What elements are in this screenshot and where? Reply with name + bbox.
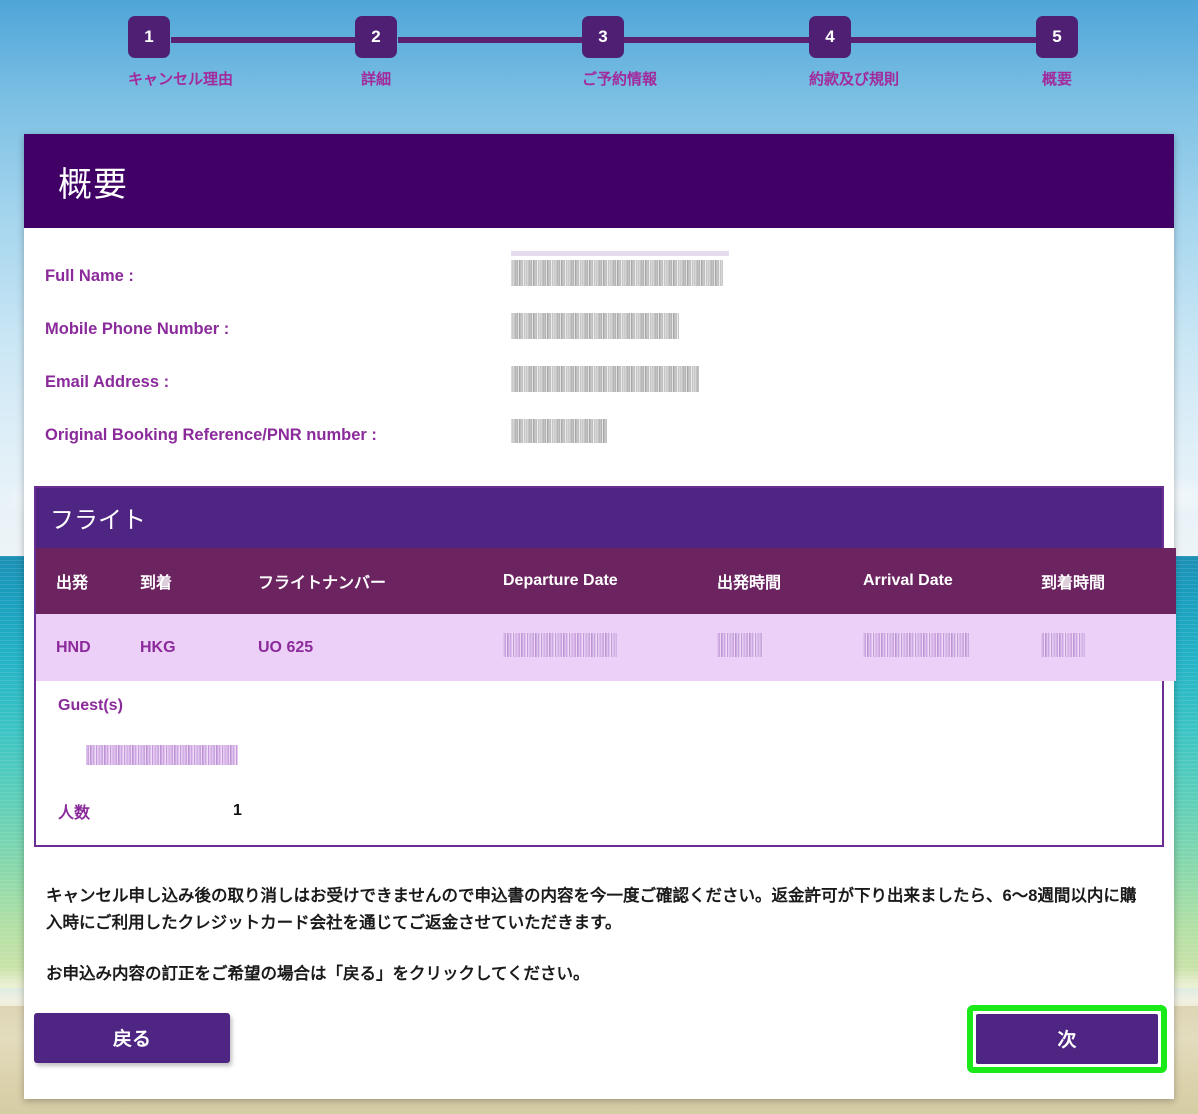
- flight-col-arrival: 到着: [140, 548, 258, 614]
- field-value-booking-reference: [511, 418, 607, 453]
- stepper-step-2-number: 2: [355, 16, 397, 58]
- card-header: 概要: [24, 134, 1174, 228]
- redacted-arrival-time: [1041, 633, 1085, 657]
- redacted-booking-reference-value: [511, 418, 607, 443]
- redacted-mobile-phone-value: [511, 312, 679, 339]
- cell-arrival: HKG: [140, 614, 258, 681]
- field-label-email-address: Email Address :: [45, 373, 170, 391]
- flight-col-arrival-time: 到着時間: [1041, 548, 1176, 614]
- table-row: HND HKG UO 625: [36, 614, 1176, 681]
- notices-section: キャンセル申し込み後の取り消しはお受けできませんので申込書の内容を今一度ご確認く…: [24, 847, 1174, 989]
- cell-arrival-date: [863, 614, 1041, 681]
- flight-panel-title: フライト: [36, 488, 1162, 548]
- stepper-connector-1-2: [171, 37, 378, 43]
- field-row-booking-reference: Original Booking Reference/PNR number :: [45, 409, 1174, 462]
- cell-departure-time: [717, 614, 863, 681]
- stepper-step-4-number: 4: [809, 16, 851, 58]
- flight-table: 出発 到着 フライトナンバー Departure Date 出発時間 Arriv…: [36, 548, 1176, 681]
- flight-col-departure-time: 出発時間: [717, 548, 863, 614]
- flight-col-departure-date: Departure Date: [503, 548, 717, 614]
- stepper-step-1-label: キャンセル理由: [128, 71, 234, 88]
- cell-departure: HND: [36, 614, 140, 681]
- page-title: 概要: [58, 165, 128, 204]
- flight-panel: フライト 出発 到着 フライトナンバー Departure Date 出発時間 …: [34, 486, 1176, 847]
- stepper-connector-3-4: [624, 37, 831, 43]
- stepper-step-5-label: 概要: [1041, 71, 1072, 88]
- stepper-step-5-number: 5: [1036, 16, 1078, 58]
- stepper-step-2-label: 詳細: [360, 71, 391, 88]
- redacted-full-name-value: [511, 259, 723, 286]
- next-button[interactable]: 次: [976, 1013, 1158, 1064]
- stepper-step-1[interactable]: 1 キャンセル理由: [128, 16, 234, 89]
- stepper-step-3[interactable]: 3 ご予約情報: [582, 16, 658, 89]
- stepper-step-1-number: 1: [128, 16, 170, 58]
- stepper-connector-2-3: [398, 37, 605, 43]
- notice-edit-instruction: お申込み内容の訂正をご希望の場合は「戻る」をクリックしてください。: [46, 965, 590, 984]
- field-value-email-address: [511, 365, 699, 400]
- field-value-full-name: [511, 250, 729, 294]
- summary-card: 概要 Full Name : Mobile Phone Number : Ema…: [24, 134, 1176, 1099]
- stepper-step-2[interactable]: 2 詳細: [355, 16, 397, 89]
- field-row-email-address: Email Address :: [45, 356, 1174, 409]
- stepper-step-3-label: ご予約情報: [582, 71, 658, 88]
- flight-col-flight-number: フライトナンバー: [258, 548, 503, 614]
- field-underline-decoration: [511, 250, 729, 256]
- passenger-count-value: 1: [233, 802, 242, 819]
- flight-table-header-row: 出発 到着 フライトナンバー Departure Date 出発時間 Arriv…: [36, 548, 1176, 614]
- field-row-full-name: Full Name :: [45, 250, 1174, 303]
- guests-section: Guest(s) 人数 1: [36, 681, 1162, 845]
- guests-title: Guest(s): [58, 697, 123, 714]
- redacted-email-address-value: [511, 365, 699, 392]
- card-footer: 戻る 次: [24, 989, 1174, 1099]
- passenger-count-row: 人数 1: [58, 799, 1162, 823]
- stepper-connector-4-5: [851, 37, 1058, 43]
- cell-departure-date: [503, 614, 717, 681]
- notice-part-a: キャンセル申し込み後の取り消しはお受けできませんので申込書の内容を今一度ご確認く…: [46, 887, 1003, 905]
- progress-stepper: 1 キャンセル理由 2 詳細 3 ご予約情報 4 約款及び規則 5 概要: [0, 0, 1198, 118]
- field-value-mobile-phone: [511, 312, 679, 347]
- field-label-mobile-phone: Mobile Phone Number :: [45, 320, 230, 338]
- passenger-count-label: 人数: [58, 805, 91, 822]
- stepper-step-4[interactable]: 4 約款及び規則: [809, 16, 900, 89]
- summary-fields: Full Name : Mobile Phone Number : Email …: [24, 228, 1174, 478]
- notice-refund-period: 6〜8週間以内: [1002, 887, 1104, 905]
- next-button-highlight: 次: [967, 1004, 1167, 1073]
- redacted-guest-name: [86, 745, 238, 765]
- field-label-full-name: Full Name :: [45, 267, 134, 285]
- stepper-step-4-label: 約款及び規則: [809, 71, 900, 88]
- redacted-departure-date: [503, 633, 617, 657]
- back-button[interactable]: 戻る: [34, 1012, 230, 1063]
- stepper-step-5[interactable]: 5 概要: [1036, 16, 1078, 89]
- cell-flight-number: UO 625: [258, 614, 503, 681]
- redacted-arrival-date: [863, 633, 969, 657]
- field-row-mobile-phone: Mobile Phone Number :: [45, 303, 1174, 356]
- stepper-step-3-number: 3: [582, 16, 624, 58]
- cell-arrival-time: [1041, 614, 1176, 681]
- guest-name-row: [86, 745, 1162, 765]
- flight-col-departure: 出発: [36, 548, 140, 614]
- notice-cancellation-policy: キャンセル申し込み後の取り消しはお受けできませんので申込書の内容を今一度ご確認く…: [46, 883, 1137, 937]
- redacted-departure-time: [717, 633, 763, 657]
- field-label-booking-reference: Original Booking Reference/PNR number :: [45, 426, 377, 444]
- flight-col-arrival-date: Arrival Date: [863, 548, 1041, 614]
